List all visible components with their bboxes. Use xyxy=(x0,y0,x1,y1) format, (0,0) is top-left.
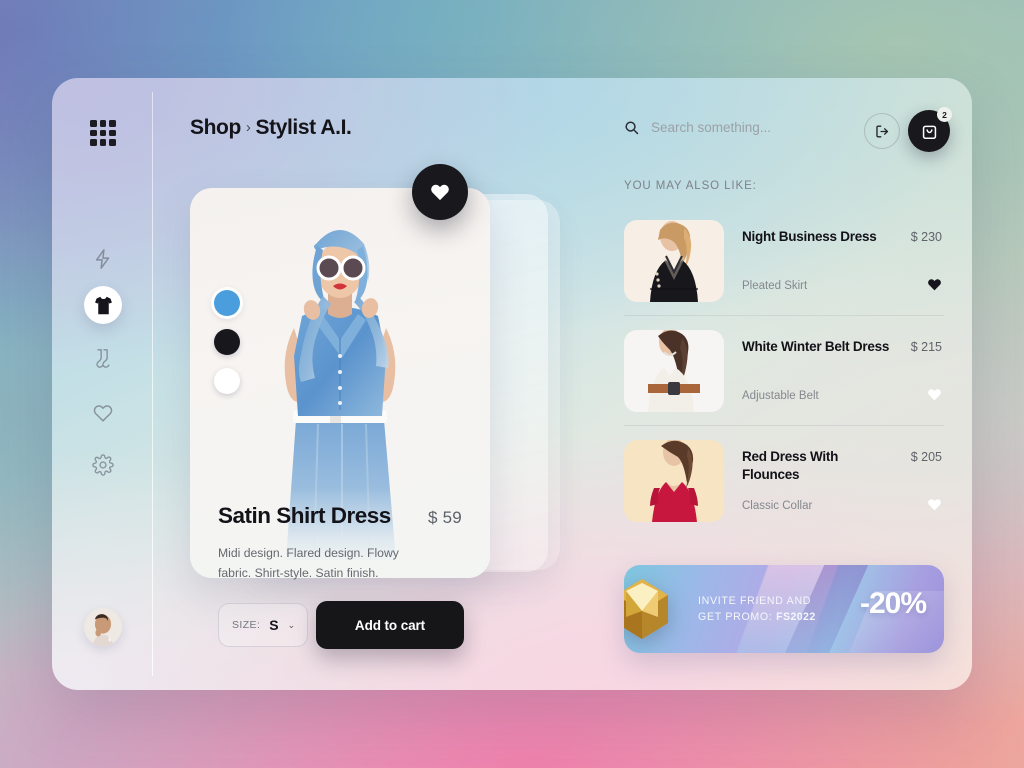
logout-button[interactable] xyxy=(864,113,900,149)
rail-divider xyxy=(152,92,153,676)
favorite-toggle[interactable] xyxy=(927,278,942,291)
list-item[interactable]: Red Dress With Flounces $ 205 Classic Co… xyxy=(624,426,944,536)
size-value: S xyxy=(269,617,279,633)
breadcrumb: Shop › Stylist A.I. xyxy=(190,116,352,140)
breadcrumb-current: Stylist A.I. xyxy=(255,116,352,139)
sidebar-item-favorites[interactable] xyxy=(90,400,116,426)
product-thumbnail xyxy=(624,220,724,302)
add-to-cart-button[interactable]: Add to cart xyxy=(316,601,464,649)
search-bar[interactable] xyxy=(624,120,874,135)
favorite-button[interactable] xyxy=(412,164,468,220)
logout-icon xyxy=(875,125,888,137)
favorite-toggle[interactable] xyxy=(927,498,942,511)
sidebar-rail xyxy=(52,78,152,690)
list-item[interactable]: Night Business Dress $ 230 Pleated Skirt xyxy=(624,206,944,316)
promo-text: INVITE FRIEND AND GET PROMO: FS2022 xyxy=(698,593,816,626)
suggestions-list: Night Business Dress $ 230 Pleated Skirt xyxy=(624,206,944,536)
product-price: $ 205 xyxy=(910,450,942,464)
sidebar-item-lightning[interactable] xyxy=(90,246,116,272)
grid-dots-icon[interactable] xyxy=(90,120,116,146)
product-price: $ 230 xyxy=(910,230,942,244)
product-name: Red Dress With Flounces xyxy=(742,449,839,482)
sidebar-item-settings[interactable] xyxy=(90,452,116,478)
product-price: $ 59 xyxy=(428,508,462,527)
product-description: Midi design. Flared design. Flowy fabric… xyxy=(218,546,399,580)
promo-line-1: INVITE FRIEND AND xyxy=(698,595,812,607)
sidebar-item-socks[interactable] xyxy=(90,346,116,372)
suggestions-heading: YOU MAY ALSO LIKE: xyxy=(624,180,757,192)
promo-line-2: GET PROMO: FS2022 xyxy=(698,609,816,625)
favorite-toggle[interactable] xyxy=(927,388,942,401)
product-title: Satin Shirt Dress xyxy=(218,503,391,528)
promo-discount: -20% xyxy=(859,587,927,620)
color-swatch-black[interactable] xyxy=(214,329,240,355)
promo-banner[interactable]: INVITE FRIEND AND GET PROMO: FS2022 -20% xyxy=(624,565,944,653)
heart-filled-icon xyxy=(928,279,941,291)
heart-filled-icon xyxy=(431,184,449,201)
color-swatches[interactable] xyxy=(214,290,240,394)
promo-line-2-prefix: GET PROMO: xyxy=(698,611,777,624)
product-subtitle: Adjustable Belt xyxy=(742,390,819,402)
sidebar-item-tshirt[interactable] xyxy=(84,286,122,324)
size-selector[interactable]: SIZE: S ⌄ xyxy=(218,603,308,647)
product-price: $ 215 xyxy=(910,340,942,354)
size-label: SIZE: xyxy=(232,619,261,631)
color-swatch-blue[interactable] xyxy=(214,290,240,316)
cart-badge: 2 xyxy=(937,107,952,122)
search-input[interactable] xyxy=(651,120,861,135)
cart-button[interactable]: 2 xyxy=(908,107,952,152)
breadcrumb-root[interactable]: Shop xyxy=(190,116,241,139)
promo-code: FS2022 xyxy=(776,611,816,624)
search-icon xyxy=(625,121,639,135)
product-thumbnail xyxy=(624,440,724,522)
product-subtitle: Classic Collar xyxy=(742,500,813,512)
product-name: White Winter Belt Dress xyxy=(742,339,890,354)
heart-white-icon xyxy=(928,389,941,401)
product-thumbnail xyxy=(624,330,724,412)
gold-polyhedron-icon xyxy=(624,579,668,639)
heart-white-icon xyxy=(928,499,941,511)
color-swatch-white[interactable] xyxy=(214,368,240,394)
product-name: Night Business Dress xyxy=(742,229,877,244)
user-avatar[interactable] xyxy=(84,608,122,646)
product-subtitle: Pleated Skirt xyxy=(742,280,808,292)
app-window: Shop›Stylist A.I. 2 xyxy=(52,78,972,690)
chevron-down-icon: ⌄ xyxy=(287,619,296,630)
breadcrumb-separator-icon: › xyxy=(245,119,251,136)
list-item[interactable]: White Winter Belt Dress $ 215 Adjustable… xyxy=(624,316,944,426)
shopping-bag-icon xyxy=(922,125,936,139)
